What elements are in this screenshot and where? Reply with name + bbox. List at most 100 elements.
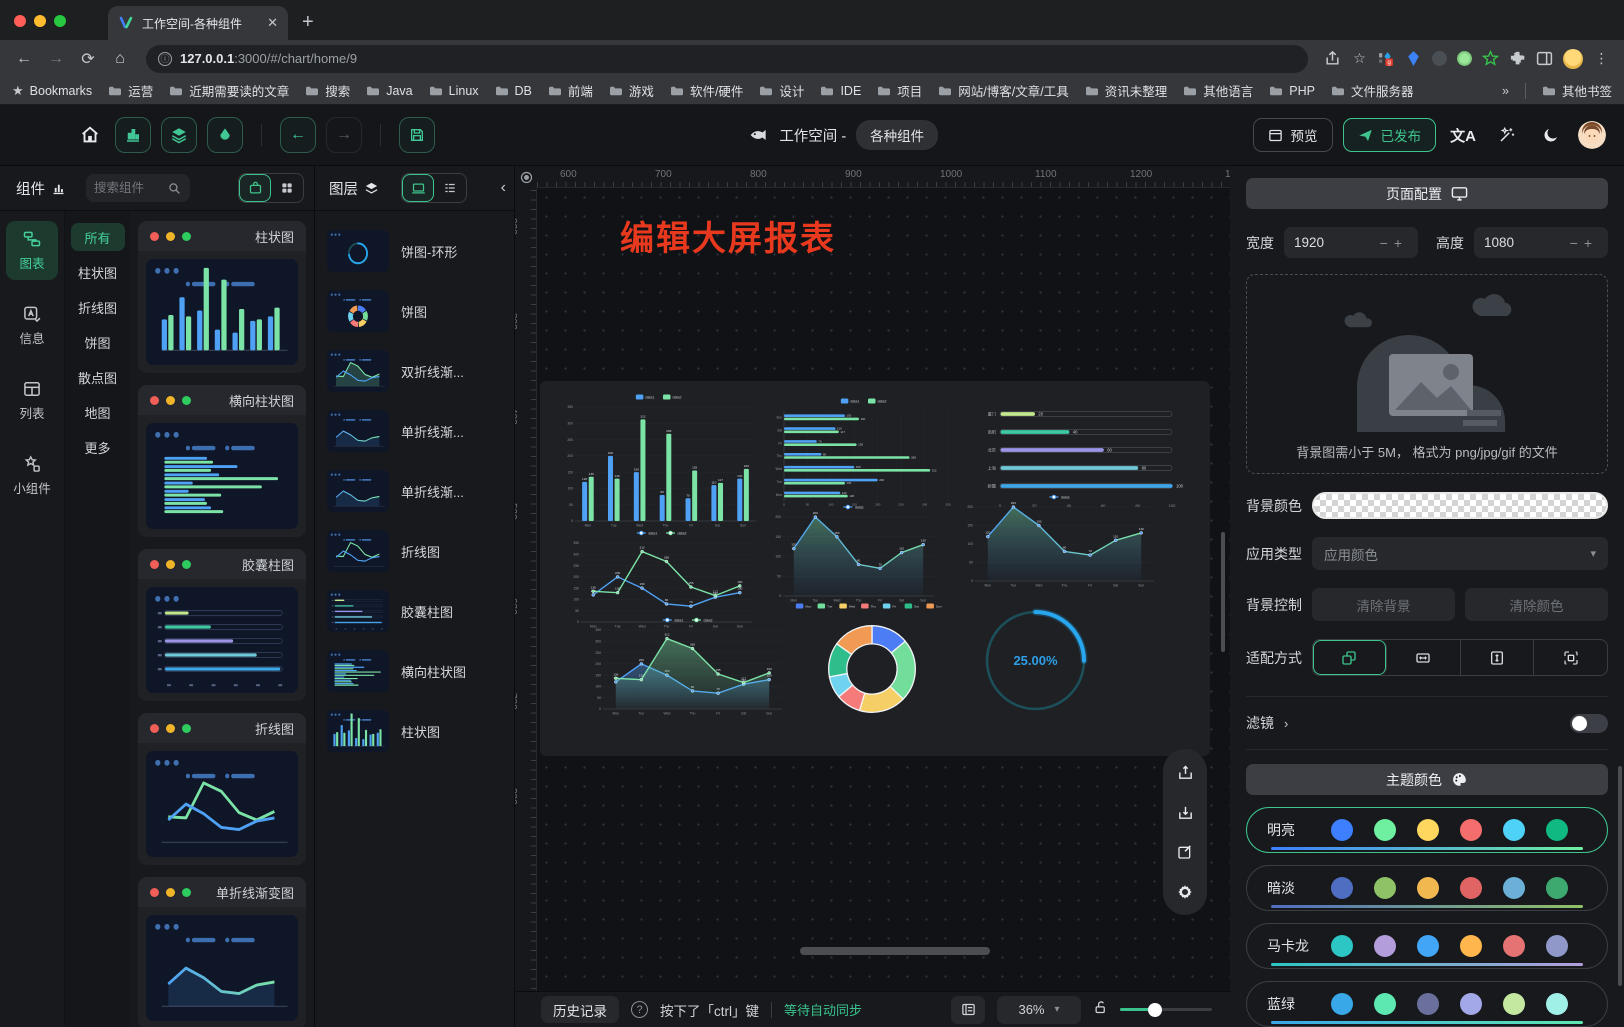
layer-item[interactable]: 单折线渐... <box>315 401 514 461</box>
sidebar-nav-item-1[interactable]: 图表 <box>6 221 58 280</box>
extension-pin-icon[interactable]: g <box>1378 50 1395 67</box>
category-item[interactable]: 更多 <box>71 433 125 461</box>
width-minus-plus-icons[interactable]: −+ <box>1380 235 1408 251</box>
bookmark-item[interactable]: 软件/硬件 <box>670 81 743 100</box>
clear-background-button[interactable]: 清除背景 <box>1312 588 1455 621</box>
minimize-window-icon[interactable] <box>34 15 46 27</box>
background-upload-dropzone[interactable]: 背景图需小于 5M， 格式为 png/jpg/gif 的文件 <box>1246 274 1608 474</box>
fit-scale-button[interactable] <box>1313 640 1387 675</box>
bookmark-item[interactable]: 项目 <box>877 81 922 100</box>
component-card[interactable]: 胶囊柱图 <box>138 549 306 701</box>
layer-item[interactable]: 双折线渐... <box>315 341 514 401</box>
board-title-text[interactable]: 编辑大屏报表 <box>620 211 836 260</box>
browser-profile-avatar[interactable] <box>1563 49 1583 69</box>
publish-button[interactable]: 已发布 <box>1343 118 1437 152</box>
bookmark-item[interactable]: IDE <box>820 84 861 98</box>
category-item[interactable]: 地图 <box>71 398 125 426</box>
zoom-slider[interactable] <box>1120 1003 1212 1017</box>
canvas-area[interactable]: 6007008009001000110012001300 20030040050… <box>515 166 1230 1027</box>
category-item[interactable]: 柱状图 <box>71 258 125 286</box>
share-icon[interactable] <box>1324 50 1341 67</box>
category-item[interactable]: 散点图 <box>71 363 125 391</box>
component-card[interactable]: 柱状图 <box>138 221 306 373</box>
undo-button[interactable]: ← <box>280 117 316 153</box>
fit-width-button[interactable] <box>1387 640 1461 675</box>
layer-item[interactable]: 胶囊柱图 <box>315 581 514 641</box>
canvas-chart-grouped-bar[interactable]: data1data2050100150200250300350MonTueWed… <box>558 391 760 533</box>
category-item[interactable]: 饼图 <box>71 328 125 356</box>
bookmark-item[interactable]: Java <box>366 84 412 98</box>
ruler-corner-eye-icon[interactable] <box>515 166 537 188</box>
category-item[interactable]: 折线图 <box>71 293 125 321</box>
close-window-icon[interactable] <box>14 15 26 27</box>
category-item[interactable]: 所有 <box>71 223 125 251</box>
bookmark-item[interactable]: 运营 <box>108 81 153 100</box>
align-panel-button[interactable] <box>951 996 985 1024</box>
extension-dark-icon[interactable] <box>1432 51 1447 66</box>
grid-view-toggle-button[interactable] <box>271 174 303 202</box>
bookmark-item[interactable]: 网站/博客/文章/工具 <box>938 81 1068 100</box>
width-stepper[interactable]: 1920−+ <box>1284 227 1418 258</box>
theme-row[interactable]: 明亮 <box>1246 807 1608 853</box>
theme-row[interactable]: 蓝绿 <box>1246 981 1608 1027</box>
bookmark-item[interactable]: Linux <box>429 84 479 98</box>
bookmark-item[interactable]: 文件服务器 <box>1331 81 1414 100</box>
help-icon[interactable]: ? <box>631 1001 648 1018</box>
fit-stretch-button[interactable] <box>1534 640 1607 675</box>
clear-color-button[interactable]: 清除颜色 <box>1465 588 1608 621</box>
theme-row[interactable]: 马卡龙 <box>1246 923 1608 969</box>
settings-gear-icon[interactable] <box>1170 877 1200 907</box>
filter-expand-icon[interactable]: › <box>1284 716 1288 731</box>
bookmark-item[interactable]: 设计 <box>759 81 804 100</box>
zoom-slider-thumb[interactable] <box>1148 1003 1162 1017</box>
bookmark-item[interactable]: 近期需要读的文章 <box>169 81 289 100</box>
canvas-chart-donut[interactable]: MonTueWedThuFriSatSun <box>778 601 966 723</box>
sidebar-nav-item-3[interactable]: 列表 <box>6 371 58 430</box>
history-button[interactable]: 历史记录 <box>541 996 619 1023</box>
redo-button[interactable]: → <box>326 117 362 153</box>
fit-height-button[interactable] <box>1461 640 1535 675</box>
sidebar-toggle-icon[interactable] <box>1536 50 1553 67</box>
bookmark-item[interactable]: 资讯未整理 <box>1085 81 1168 100</box>
bookmark-item[interactable]: 游戏 <box>609 81 654 100</box>
site-info-icon[interactable]: ⓘ <box>158 52 172 66</box>
export-icon[interactable] <box>1170 757 1200 787</box>
sidebar-nav-item-2[interactable]: 信息 <box>6 296 58 355</box>
window-controls[interactable] <box>0 15 80 40</box>
magic-wand-icon[interactable] <box>1490 118 1524 152</box>
layer-item[interactable]: 单折线渐... <box>315 461 514 521</box>
list-view-toggle-button[interactable] <box>434 174 466 202</box>
app-type-select[interactable]: 应用颜色▾ <box>1312 537 1608 570</box>
other-bookmarks-button[interactable]: 其他书签 <box>1542 81 1612 100</box>
user-avatar[interactable] <box>1578 121 1606 149</box>
back-icon[interactable]: ← <box>10 45 38 73</box>
maximize-window-icon[interactable] <box>54 15 66 27</box>
app-home-icon[interactable] <box>75 120 105 150</box>
canvas-chart-single-line[interactable]: data1050100150200MonTueWedThuFriSatSun12… <box>766 501 942 608</box>
component-search[interactable] <box>86 174 190 202</box>
canvas-chart-horizontal-bar[interactable]: data1data2050100150200250300350Sun130160… <box>764 395 964 511</box>
canvas-chart-gradient-area[interactable]: data1data2050100150200250300350MonTueWed… <box>586 614 790 721</box>
panel-scrollbar[interactable] <box>1618 766 1622 986</box>
theme-row[interactable]: 暗淡 <box>1246 865 1608 911</box>
layer-item[interactable]: 饼图-环形 <box>315 221 514 281</box>
bg-color-swatch[interactable] <box>1312 492 1608 519</box>
single-view-toggle-button[interactable] <box>239 174 271 202</box>
preview-button[interactable]: 预览 <box>1253 118 1333 152</box>
import-icon[interactable] <box>1170 797 1200 827</box>
zoom-level-select[interactable]: 36%▾ <box>997 996 1081 1024</box>
sidebar-nav-item-4[interactable]: 小组件 <box>6 446 58 505</box>
bookmarks-overflow-button[interactable]: » <box>1502 84 1509 98</box>
dashboard-panel[interactable]: data1data2050100150200250300350MonTueWed… <box>540 381 1210 756</box>
canvas-vertical-scrollbar[interactable] <box>1221 532 1225 652</box>
component-card[interactable]: 横向柱状图 <box>138 385 306 537</box>
unlock-icon[interactable] <box>1093 1000 1108 1020</box>
home-icon[interactable]: ⌂ <box>106 45 134 73</box>
dark-mode-moon-icon[interactable] <box>1534 118 1568 152</box>
component-card[interactable]: 单折线渐变图 <box>138 877 306 1027</box>
layer-item[interactable]: 横向柱状图 <box>315 641 514 701</box>
extension-star-icon[interactable] <box>1482 50 1499 67</box>
workspace-name-badge[interactable]: 各种组件 <box>856 120 938 150</box>
components-panel-toggle-button[interactable] <box>115 117 151 153</box>
browser-tab[interactable]: 工作空间-各种组件 ✕ <box>108 6 288 40</box>
